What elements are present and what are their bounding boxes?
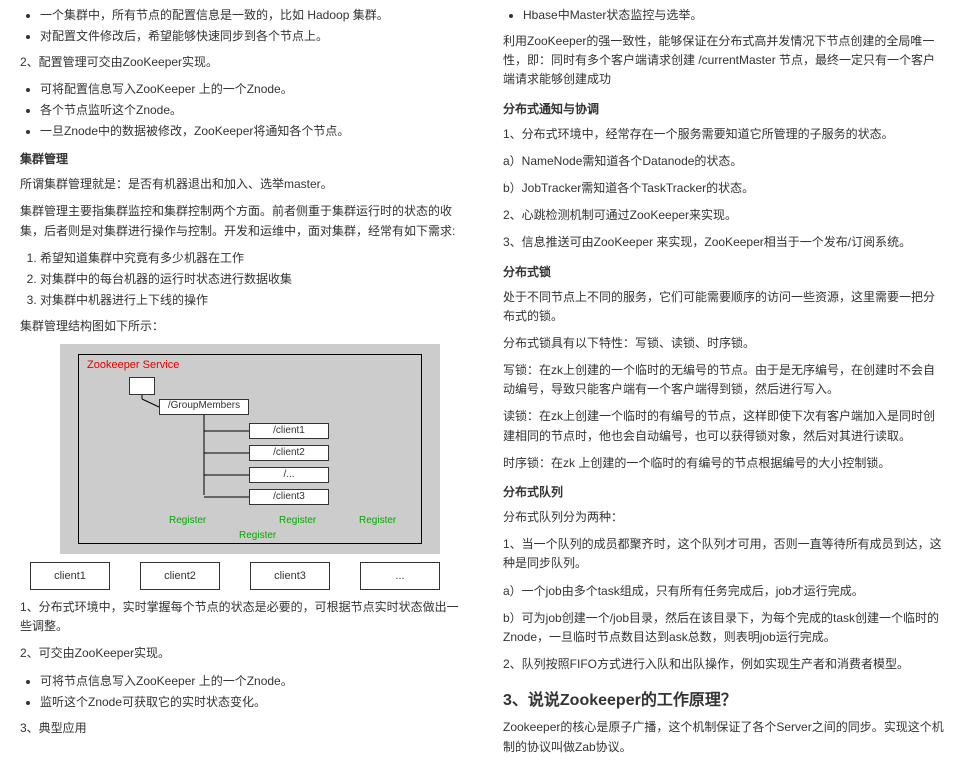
register-label: Register bbox=[239, 530, 276, 541]
paragraph: Zookeeper的核心是原子广播，这个机制保证了各个Server之间的同步。实… bbox=[503, 718, 946, 756]
paragraph: 写锁：在zk上创建的一个临时的无编号的节点。由于是无序编号，在创建时不会自动编号… bbox=[503, 361, 946, 399]
paragraph: b）可为job创建一个/job目录，然后在该目录下，为每个完成的task创建一个… bbox=[503, 609, 946, 647]
heading-work-principle: 3、说说Zookeeper的工作原理？ bbox=[503, 686, 946, 710]
paragraph: 2、队列按照FIFO方式进行入队和出队操作，例如实现生产者和消费者模型。 bbox=[503, 655, 946, 674]
paragraph: 1、分布式环境中，实时掌握每个节点的状态是必要的，可根据节点实时状态做出一些调整… bbox=[20, 598, 463, 636]
list-item: 监听这个Znode可获取它的实时状态变化。 bbox=[40, 693, 463, 711]
list-item: 对配置文件修改后，希望能够快速同步到各个节点上。 bbox=[40, 27, 463, 45]
heading-cluster: 集群管理 bbox=[20, 150, 463, 167]
group-members-node: /GroupMembers bbox=[159, 399, 249, 415]
diagram-title: Zookeeper Service bbox=[87, 359, 179, 371]
list-item: 对集群中的每台机器的运行时状态进行数据收集 bbox=[40, 270, 463, 288]
list-item: 可将配置信息写入ZooKeeper 上的一个Znode。 bbox=[40, 80, 463, 98]
paragraph: 所谓集群管理就是：是否有机器退出和加入、选举master。 bbox=[20, 175, 463, 194]
list-item: 各个节点监听这个Znode。 bbox=[40, 101, 463, 119]
list-item: 一个集群中，所有节点的配置信息是一致的，比如 Hadoop 集群。 bbox=[40, 6, 463, 24]
folder-icon bbox=[129, 377, 155, 395]
paragraph: 3、信息推送可由ZooKeeper 来实现，ZooKeeper相当于一个发布/订… bbox=[503, 233, 946, 252]
paragraph: 2、配置管理可交由ZooKeeper实现。 bbox=[20, 53, 463, 72]
paragraph: 1、分布式环境中，经常存在一个服务需要知道它所管理的子服务的状态。 bbox=[503, 125, 946, 144]
paragraph: 利用ZooKeeper的强一致性，能够保证在分布式高并发情况下节点创建的全局唯一… bbox=[503, 32, 946, 90]
client-box: client2 bbox=[140, 562, 220, 590]
register-label: Register bbox=[279, 515, 316, 526]
paragraph: 分布式队列分为两种： bbox=[503, 508, 946, 527]
dots-node: /... bbox=[249, 467, 329, 483]
cluster-diagram: Zookeeper Service /GroupMembers /client1… bbox=[60, 344, 440, 554]
list-item: 可将节点信息写入ZooKeeper 上的一个Znode。 bbox=[40, 672, 463, 690]
paragraph: 时序锁：在zk 上创建的一个临时的有编号的节点根据编号的大小控制锁。 bbox=[503, 454, 946, 473]
list-item: Hbase中Master状态监控与选举。 bbox=[523, 6, 946, 24]
register-label: Register bbox=[359, 515, 396, 526]
client1-node: /client1 bbox=[249, 423, 329, 439]
client3-node: /client3 bbox=[249, 489, 329, 505]
paragraph: 处于不同节点上不同的服务，它们可能需要顺序的访问一些资源，这里需要一把分布式的锁… bbox=[503, 288, 946, 326]
paragraph: 2、心跳检测机制可通过ZooKeeper来实现。 bbox=[503, 206, 946, 225]
paragraph: a）NameNode需知道各个Datanode的状态。 bbox=[503, 152, 946, 171]
paragraph: a）一个job由多个task组成，只有所有任务完成后，job才运行完成。 bbox=[503, 582, 946, 601]
paragraph: 1、当一个队列的成员都聚齐时，这个队列才可用，否则一直等待所有成员到达，这种是同… bbox=[503, 535, 946, 573]
paragraph: 集群管理结构图如下所示： bbox=[20, 317, 463, 336]
heading-notify: 分布式通知与协调 bbox=[503, 100, 946, 117]
client-box: client3 bbox=[250, 562, 330, 590]
list-item: 对集群中机器进行上下线的操作 bbox=[40, 291, 463, 309]
heading-queue: 分布式队列 bbox=[503, 483, 946, 500]
paragraph: 2、可交由ZooKeeper实现。 bbox=[20, 644, 463, 663]
list-item: 一旦Znode中的数据被修改，ZooKeeper将通知各个节点。 bbox=[40, 122, 463, 140]
register-label: Register bbox=[169, 515, 206, 526]
client-box: ... bbox=[360, 562, 440, 590]
client-box: client1 bbox=[30, 562, 110, 590]
list-item: 希望知道集群中究竟有多少机器在工作 bbox=[40, 249, 463, 267]
paragraph: 3、典型应用 bbox=[20, 719, 463, 738]
paragraph: 读锁：在zk上创建一个临时的有编号的节点，这样即使下次有客户端加入是同时创建相同… bbox=[503, 407, 946, 445]
heading-lock: 分布式锁 bbox=[503, 263, 946, 280]
paragraph: 分布式锁具有以下特性：写锁、读锁、时序锁。 bbox=[503, 334, 946, 353]
paragraph: 集群管理主要指集群监控和集群控制两个方面。前者侧重于集群运行时的状态的收集，后者… bbox=[20, 202, 463, 240]
client2-node: /client2 bbox=[249, 445, 329, 461]
paragraph: b）JobTracker需知道各个TaskTracker的状态。 bbox=[503, 179, 946, 198]
